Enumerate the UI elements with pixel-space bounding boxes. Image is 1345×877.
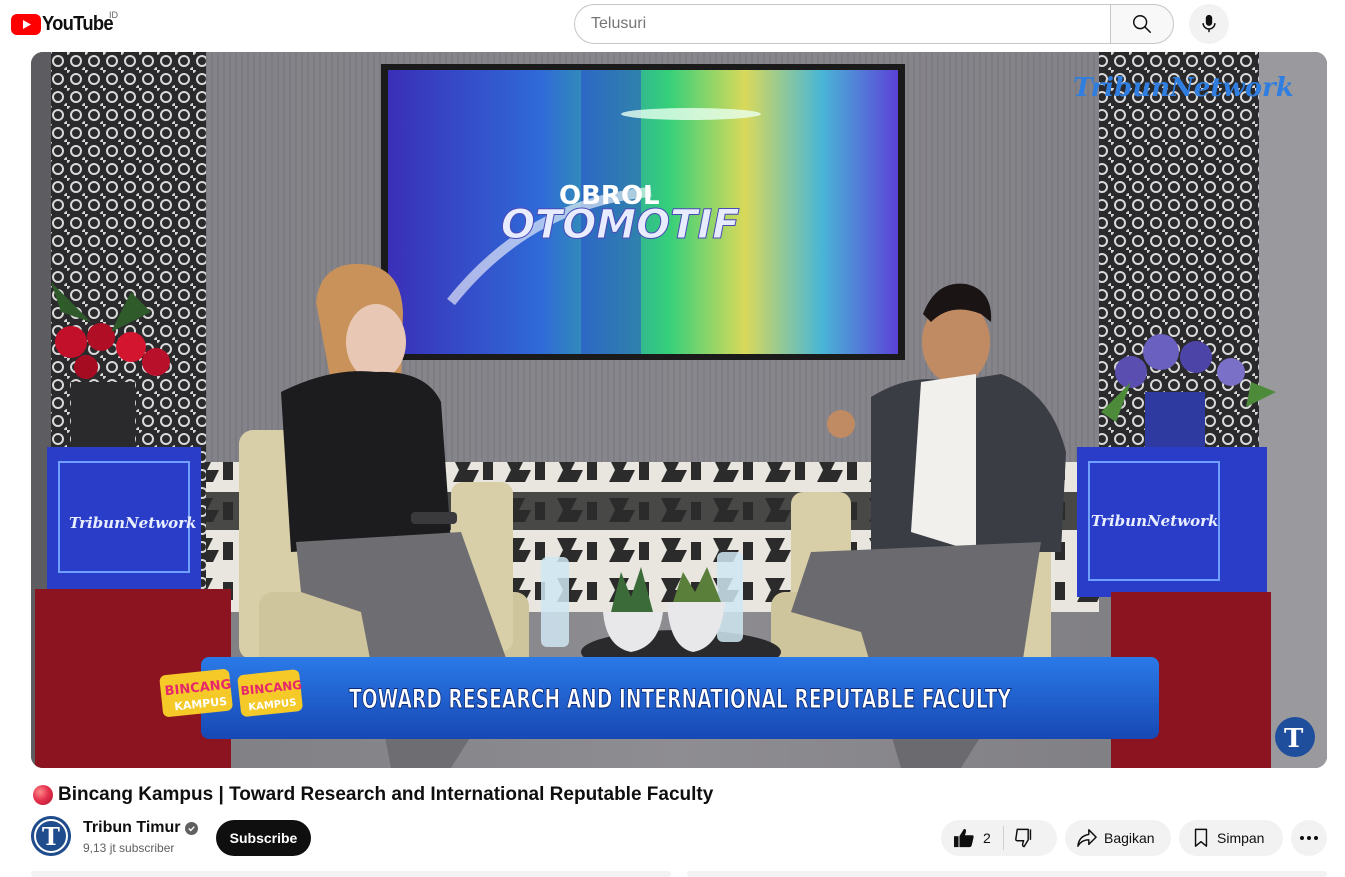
channel-name-text: Tribun Timur xyxy=(83,819,181,836)
video-title: Bincang Kampus | Toward Research and Int… xyxy=(33,782,713,808)
country-code: ID xyxy=(109,10,118,20)
save-button[interactable]: Simpan xyxy=(1179,820,1283,856)
live-dot-icon xyxy=(33,785,53,805)
box-label-right: TribunNetwork xyxy=(1091,512,1218,530)
like-button[interactable]: 2 xyxy=(941,820,1003,856)
like-count: 2 xyxy=(983,830,991,846)
video-title-text: Bincang Kampus | Toward Research and Int… xyxy=(58,784,714,805)
search-icon xyxy=(1133,15,1151,33)
share-button[interactable]: Bagikan xyxy=(1065,820,1171,856)
video-player[interactable]: OBROL OTOMOTIF TribunNetwork TribunNetwo… xyxy=(31,52,1327,768)
verified-check-icon xyxy=(185,821,199,835)
channel-avatar-image: T xyxy=(31,816,71,856)
youtube-wordmark: YouTube xyxy=(42,12,114,35)
youtube-play-icon xyxy=(11,13,41,35)
more-horizontal-icon xyxy=(1300,836,1318,840)
thumbs-up-icon xyxy=(954,828,974,848)
youtube-logo[interactable]: YouTube xyxy=(11,12,119,36)
thumbs-down-icon xyxy=(1014,828,1031,848)
search-input[interactable] xyxy=(574,4,1110,44)
like-dislike-group: 2 xyxy=(941,820,1057,856)
subscribe-button[interactable]: Subscribe xyxy=(216,820,311,856)
channel-avatar[interactable]: T xyxy=(31,816,71,856)
svg-text:T: T xyxy=(42,822,60,851)
search-box xyxy=(574,4,1174,44)
video-frame: OBROL OTOMOTIF TribunNetwork TribunNetwo… xyxy=(31,52,1327,768)
share-label: Bagikan xyxy=(1104,830,1155,846)
voice-search-button[interactable] xyxy=(1189,4,1229,44)
suggestion-card-edge xyxy=(687,871,1327,877)
subscriber-count: 9,13 jt subscriber xyxy=(83,841,175,855)
corner-channel-logo: T xyxy=(1284,724,1304,754)
tribun-network-watermark: TribunNetwork xyxy=(1073,73,1294,103)
microphone-icon xyxy=(1202,14,1216,33)
bookmark-icon xyxy=(1194,828,1208,847)
description-card-edge xyxy=(31,871,671,877)
save-label: Simpan xyxy=(1217,830,1265,846)
dislike-button[interactable] xyxy=(1004,820,1036,856)
share-icon xyxy=(1077,829,1097,847)
tv-screen-text-otomotif: OTOMOTIF xyxy=(501,202,740,248)
bincang-kampus-badge-2: BINCANG KAMPUS xyxy=(237,669,303,717)
channel-name[interactable]: Tribun Timur xyxy=(83,819,199,837)
more-actions-button[interactable] xyxy=(1291,820,1327,856)
search-button[interactable] xyxy=(1110,4,1174,44)
box-label-left: TribunNetwork xyxy=(69,514,196,532)
lower-third-text: TOWARD RESEARCH AND INTERNATIONAL REPUTA… xyxy=(349,684,1011,715)
bincang-kampus-badge-1: BINCANG KAMPUS xyxy=(159,669,233,717)
masthead: YouTube ID xyxy=(0,0,1345,48)
